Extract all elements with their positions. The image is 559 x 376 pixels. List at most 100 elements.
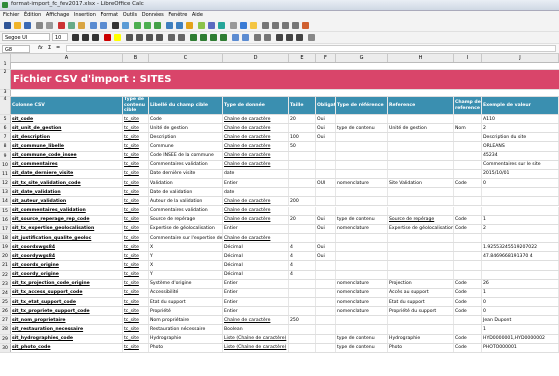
merge-center-icon[interactable] [178, 34, 185, 41]
save-icon[interactable] [24, 22, 31, 29]
cell-obligatoire[interactable]: Oui [316, 215, 336, 224]
cell-type-donnee[interactable]: Chaîne de caractère [223, 233, 289, 243]
cell-obligatoire[interactable] [316, 325, 336, 334]
row-number[interactable]: 17 [0, 224, 11, 233]
cell-colonne-csv[interactable]: sit_commune_libelle [11, 142, 123, 151]
select-all-corner[interactable] [0, 54, 11, 62]
row-number[interactable]: 21 [0, 261, 11, 270]
row-number[interactable]: 12 [0, 179, 11, 188]
cell-libelle[interactable]: Propriété [149, 307, 223, 316]
cell-type-reference[interactable]: nomenclature [336, 279, 388, 288]
cell-colonne-csv[interactable]: sit_coordy_origine [11, 270, 123, 279]
cell-obligatoire[interactable] [316, 151, 336, 160]
cell-obligatoire[interactable] [316, 270, 336, 279]
cell-exemple[interactable]: 45234 [482, 151, 559, 160]
cell-type-donnee[interactable]: date [223, 188, 289, 197]
cell-exemple[interactable]: Commentaires sur le site [482, 160, 559, 169]
cell-colonne-csv[interactable]: sit_tx_expertise_geolocalisation [11, 224, 123, 233]
column-header-d[interactable]: D [223, 54, 289, 62]
cell-colonne-csv[interactable]: sit_photo_code [11, 343, 123, 352]
row-number[interactable]: 8 [0, 142, 11, 151]
cell-type-donnee[interactable]: Chaîne de caractère [223, 206, 289, 215]
cell-type-reference[interactable] [336, 243, 388, 252]
cell-exemple[interactable]: Jean Dupont [482, 316, 559, 325]
cell-type-reference[interactable]: type de contenu [336, 343, 388, 352]
cell-colonne-csv[interactable]: sit_justification_qualite_geoloc [11, 233, 123, 243]
cell-exemple[interactable]: 1.92553245519207022 [482, 243, 559, 252]
cell-type-contenu[interactable]: tc_site [123, 133, 149, 142]
border-color-icon[interactable] [296, 34, 303, 41]
spreadsheet-grid[interactable]: A B C D E F G H I J 1 2 Fichier CSV d'im… [0, 54, 559, 376]
redo-icon[interactable] [100, 22, 107, 29]
row-number[interactable]: 26 [0, 307, 11, 316]
underline-icon[interactable] [92, 34, 99, 41]
cell-champ-reference[interactable]: Code [454, 307, 482, 316]
cell-taille[interactable] [289, 124, 316, 133]
cell-colonne-csv[interactable]: sit_description [11, 133, 123, 142]
cell-type-donnee[interactable]: Entier [223, 307, 289, 316]
cell-champ-reference[interactable]: Code [454, 334, 482, 343]
headers-footers-icon[interactable] [262, 22, 269, 29]
menu-donnees[interactable]: Données [142, 11, 164, 20]
row-number[interactable]: 20 [0, 252, 11, 261]
cell-exemple[interactable]: PHOTO000001 [482, 343, 559, 352]
cell-champ-reference[interactable] [454, 142, 482, 151]
cell-colonne-csv[interactable]: sit_commentaires [11, 160, 123, 169]
cell-taille[interactable] [289, 151, 316, 160]
cell-champ-reference[interactable] [454, 115, 482, 124]
cell-type-reference[interactable]: type de contenu [336, 334, 388, 343]
cell-type-donnee[interactable]: Chaîne de caractère [223, 160, 289, 169]
cell-type-reference[interactable] [336, 160, 388, 169]
cell-taille[interactable] [289, 343, 316, 352]
cell-taille[interactable] [289, 325, 316, 334]
insert-image-icon[interactable] [198, 22, 205, 29]
row-number[interactable]: 15 [0, 206, 11, 215]
cell-exemple[interactable] [482, 206, 559, 215]
copy-icon[interactable] [68, 22, 75, 29]
font-color-icon[interactable] [104, 34, 111, 41]
bold-icon[interactable] [72, 34, 79, 41]
cell-libelle[interactable]: Validation [149, 179, 223, 188]
new-document-icon[interactable] [4, 22, 11, 29]
row-number[interactable]: 24 [0, 288, 11, 297]
cell-reference[interactable] [388, 325, 454, 334]
sort-descending-icon[interactable] [176, 22, 183, 29]
cell-exemple[interactable]: 26 [482, 279, 559, 288]
cell-colonne-csv[interactable]: sit_coordxwgs84 [11, 243, 123, 252]
cell-reference[interactable]: Accès au support [388, 288, 454, 297]
cell-reference[interactable] [388, 206, 454, 215]
cell-champ-reference[interactable] [454, 261, 482, 270]
header-obligatoire[interactable]: Obligatoire [316, 97, 336, 114]
row-number[interactable]: 3 [0, 90, 11, 96]
cell-reference[interactable] [388, 133, 454, 142]
cell-taille[interactable] [289, 224, 316, 233]
cell-type-reference[interactable]: nomenclature [336, 288, 388, 297]
cell-obligatoire[interactable] [316, 188, 336, 197]
add-decimal-icon[interactable] [232, 34, 239, 41]
cell-champ-reference[interactable] [454, 160, 482, 169]
cell-exemple[interactable]: A110 [482, 115, 559, 124]
cell-exemple[interactable] [482, 188, 559, 197]
cell-type-contenu[interactable]: tc_site [123, 288, 149, 297]
italic-icon[interactable] [82, 34, 89, 41]
cell-champ-reference[interactable]: Code [454, 298, 482, 307]
cell-type-contenu[interactable]: tc_site [123, 160, 149, 169]
row-number[interactable]: 4 [0, 97, 11, 114]
cell-reference[interactable] [388, 261, 454, 270]
cell-champ-reference[interactable] [454, 252, 482, 261]
cell-obligatoire[interactable]: OUI [316, 179, 336, 188]
cell-type-reference[interactable] [336, 325, 388, 334]
cell-reference[interactable]: Source de repérage [388, 215, 454, 224]
cell-champ-reference[interactable]: Code [454, 224, 482, 233]
cell-type-contenu[interactable]: tc_site [123, 224, 149, 233]
cell-type-contenu[interactable]: tc_site [123, 188, 149, 197]
cell-exemple[interactable]: ORLEANS [482, 142, 559, 151]
cell-taille[interactable]: 4 [289, 243, 316, 252]
cell-libelle[interactable]: Code [149, 115, 223, 124]
cell-type-donnee[interactable]: Liste (Chaîne de caractère) [223, 334, 289, 343]
cell-obligatoire[interactable]: Oui [316, 115, 336, 124]
row-number[interactable]: 5 [0, 115, 11, 124]
cell-taille[interactable]: 4 [289, 261, 316, 270]
cell-type-donnee[interactable]: Chaîne de caractère [223, 151, 289, 160]
cell-reference[interactable] [388, 243, 454, 252]
